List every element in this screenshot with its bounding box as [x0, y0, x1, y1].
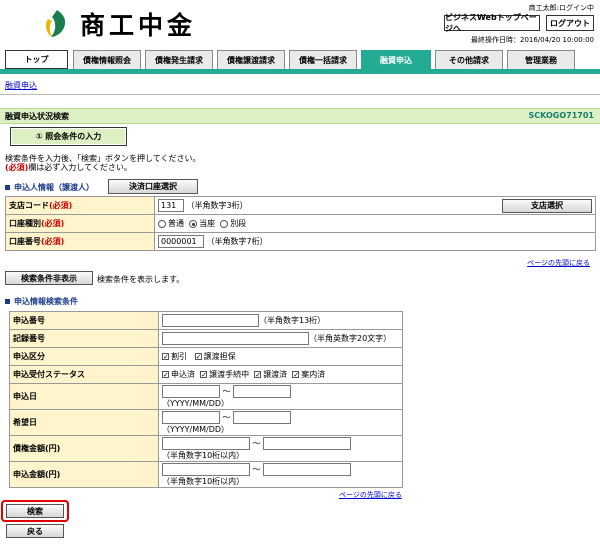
- applicant-form: 支店コード(必須) 131 （半角数字3桁） 支店選択 口座種別(必須) 普通 …: [5, 196, 596, 251]
- radio-special[interactable]: 別段: [220, 219, 246, 228]
- app-date-label: 申込日: [9, 383, 159, 410]
- status-label: 申込受付ステータス: [9, 365, 159, 384]
- tab-loan-application[interactable]: 融資申込: [361, 50, 431, 69]
- branch-code-hint: （半角数字3桁）: [186, 200, 248, 210]
- radio-current[interactable]: 当座: [189, 219, 215, 228]
- square-bullet-icon: [5, 185, 10, 190]
- desired-date-to-input[interactable]: [233, 410, 292, 424]
- breadcrumb-loan-application[interactable]: 融資申込: [5, 80, 37, 91]
- desired-date-label: 希望日: [9, 409, 159, 436]
- checkbox-transferred[interactable]: ✓ 譲渡済: [254, 370, 287, 379]
- logout-button[interactable]: ログアウト: [546, 15, 594, 31]
- toggle-note: 検索条件を表示します。: [97, 275, 185, 284]
- divider: [0, 94, 600, 95]
- branch-code-input[interactable]: 131: [158, 198, 184, 212]
- account-number-hint: （半角数字7桁）: [206, 237, 268, 246]
- app-date-to-input[interactable]: [233, 384, 292, 398]
- tab-management[interactable]: 管理業務: [507, 50, 575, 69]
- back-button[interactable]: 戻る: [6, 524, 64, 538]
- desired-date-from-input[interactable]: [162, 410, 220, 424]
- page-top-link-1[interactable]: ページの先頭に戻る: [527, 258, 590, 268]
- search-button[interactable]: 検索: [6, 504, 64, 518]
- square-bullet-icon: [5, 299, 10, 304]
- app-amount-to-input[interactable]: [263, 462, 352, 476]
- screen-id: SCKOGO71701: [528, 111, 594, 120]
- app-type-label: 申込区分: [9, 347, 159, 366]
- required-note: (必須)欄は必ず入力してください。: [5, 163, 132, 172]
- app-date-from-input[interactable]: [162, 384, 220, 398]
- tab-credit-issue[interactable]: 債権発生請求: [145, 50, 213, 69]
- checkbox-notified[interactable]: ✓ 案内済: [292, 370, 325, 379]
- step-label: ① 照会条件の入力: [12, 129, 125, 144]
- account-number-label: 口座番号(必須): [5, 232, 155, 251]
- search-form: 申込番号 （半角数字13桁） 記録番号 （半角英数字20文字） 申込区分 ✓ 割引…: [9, 311, 403, 488]
- account-select-button[interactable]: 決済口座選択: [108, 179, 198, 194]
- applicant-section-title: 申込人情報（譲渡人）: [5, 182, 94, 193]
- logo: 商工中金: [40, 6, 240, 42]
- claim-amount-to-input[interactable]: [263, 436, 352, 450]
- app-number-input[interactable]: [162, 314, 259, 327]
- page-top-link-2[interactable]: ページの先頭に戻る: [339, 490, 402, 500]
- checkbox-discount[interactable]: ✓ 割引: [162, 352, 187, 361]
- last-operation-time: 最終操作日時：2016/04/20 10:00:00: [470, 36, 594, 44]
- tab-bulk-request[interactable]: 債権一括請求: [289, 50, 357, 69]
- logo-text: 商工中金: [80, 11, 197, 40]
- top-page-button[interactable]: ビジネスWebトップページへ: [444, 13, 540, 33]
- record-number-label: 記録番号: [9, 329, 159, 348]
- branch-code-label: 支店コード(必須): [5, 196, 155, 215]
- step-indicator: ① 照会条件の入力: [10, 127, 127, 146]
- app-amount-from-input[interactable]: [162, 462, 250, 476]
- app-amount-label: 申込金額(円): [9, 461, 159, 488]
- page-title: 融資申込状況検索: [5, 112, 69, 121]
- claim-amount-label: 債権金額(円): [9, 435, 159, 462]
- tab-credit-info[interactable]: 債権情報照会: [73, 50, 141, 69]
- tab-other-request[interactable]: その他請求: [435, 50, 503, 69]
- hide-search-conditions-button[interactable]: 検索条件非表示: [5, 271, 93, 285]
- checkbox-collateral[interactable]: ✓ 譲渡担保: [194, 352, 236, 361]
- search-section-title: 申込情報検索条件: [5, 296, 78, 307]
- branch-select-button[interactable]: 支店選択: [502, 198, 592, 213]
- app-number-label: 申込番号: [9, 311, 159, 330]
- checkbox-applied[interactable]: ✓ 申込済: [162, 370, 195, 379]
- tab-top[interactable]: トップ: [5, 50, 68, 69]
- radio-ordinary[interactable]: 普通: [158, 219, 184, 228]
- nav-bar: [0, 69, 600, 74]
- account-type-label: 口座種別(必須): [5, 214, 155, 233]
- account-number-input[interactable]: 0000001: [158, 235, 204, 248]
- checkbox-transferring[interactable]: ✓ 譲渡手続中: [200, 370, 249, 379]
- tab-credit-transfer[interactable]: 債権譲渡請求: [217, 50, 285, 69]
- claim-amount-from-input[interactable]: [162, 436, 250, 450]
- page-title-bar: 融資申込状況検索 SCKOGO71701: [0, 108, 600, 124]
- record-number-input[interactable]: [162, 332, 309, 345]
- logo-icon: [45, 10, 66, 37]
